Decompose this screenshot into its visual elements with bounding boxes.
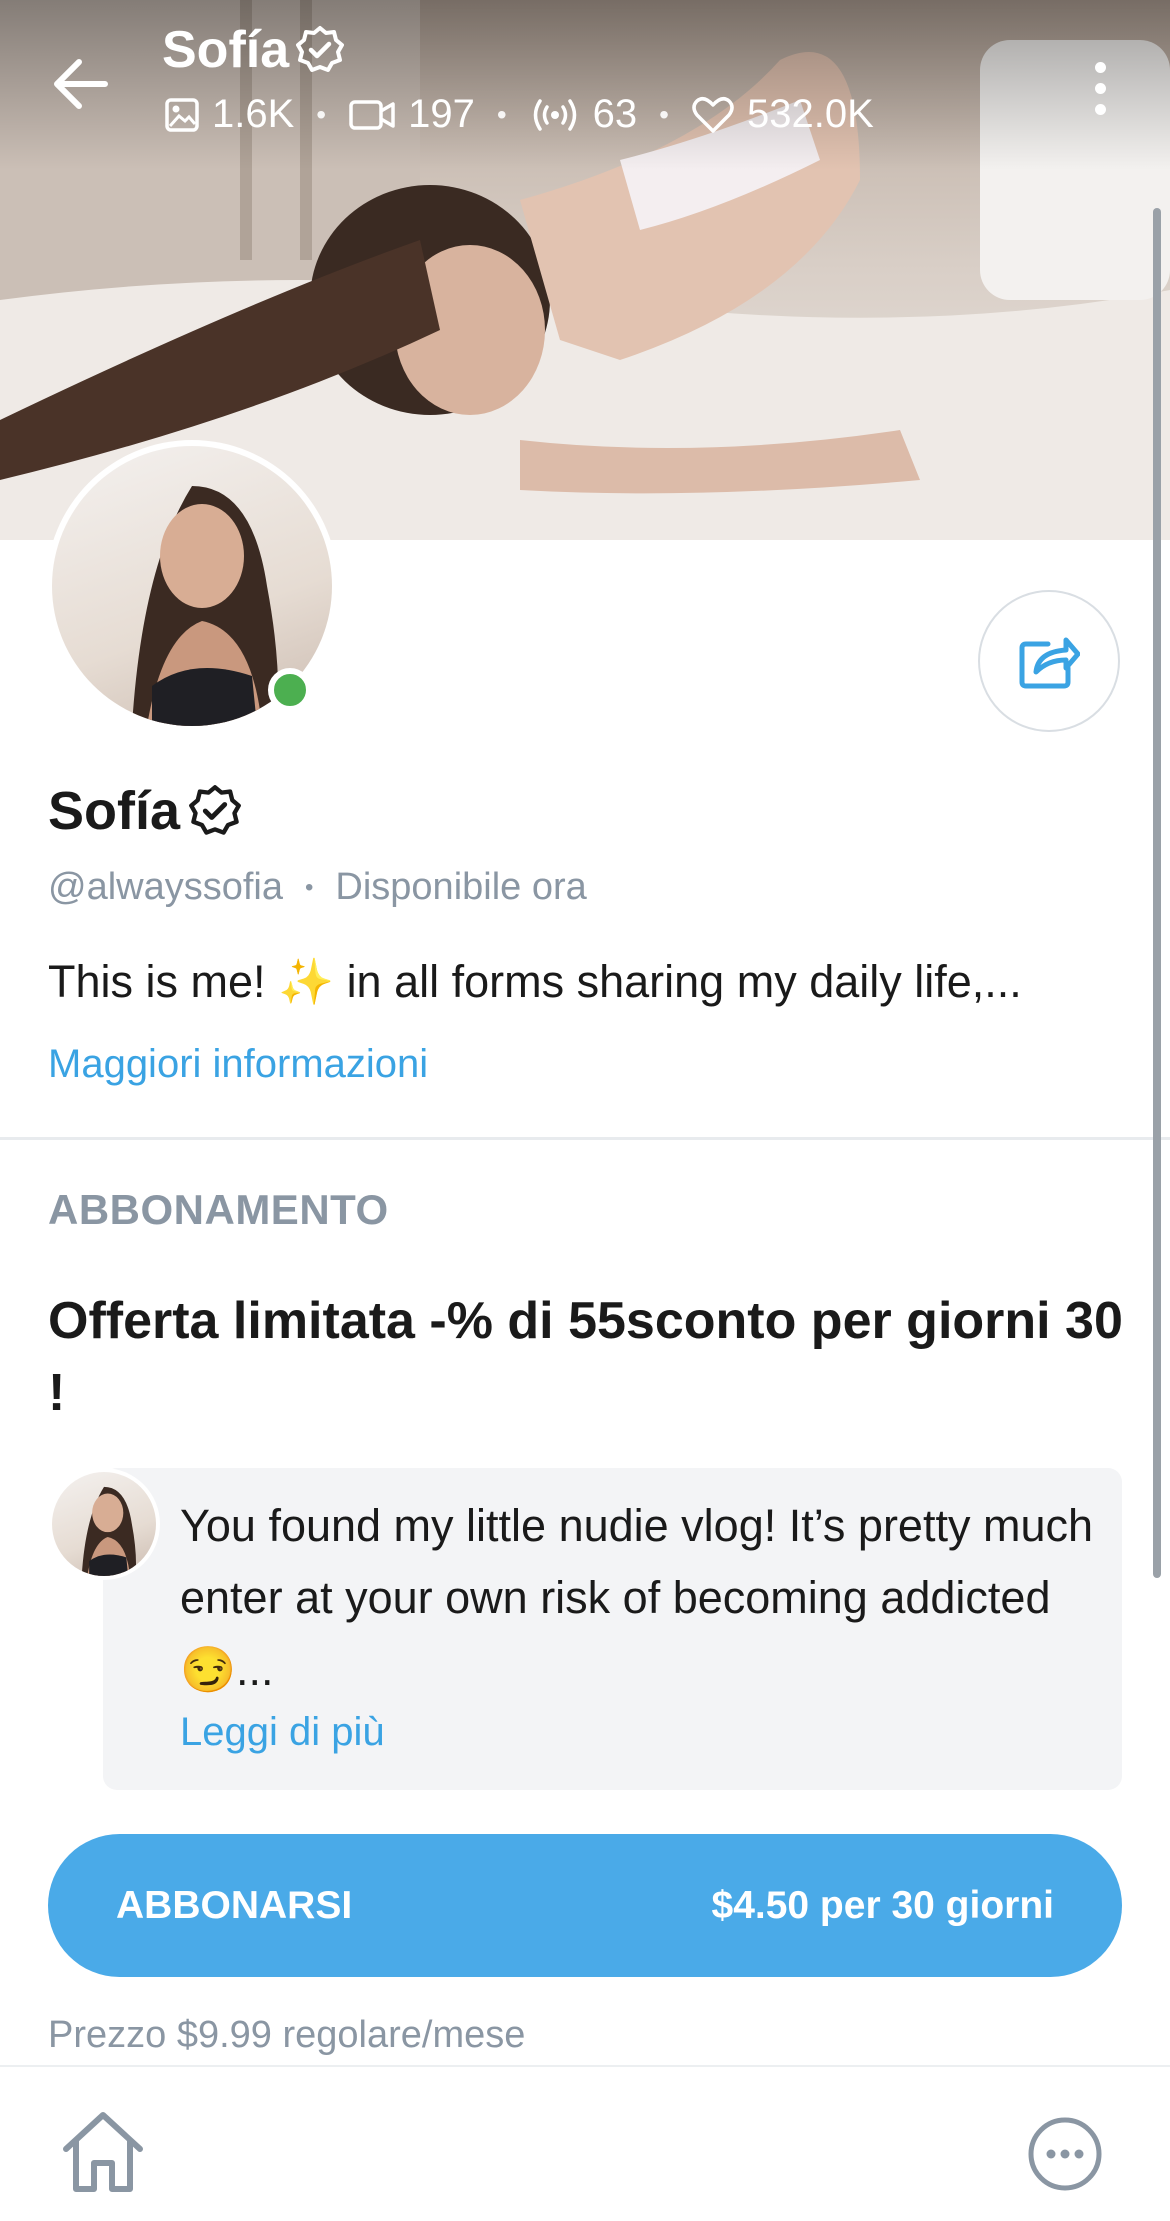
- availability-status: Disponibile ora: [335, 866, 587, 908]
- subscribe-button[interactable]: ABBONARSI $4.50 per 30 giorni: [48, 1834, 1122, 1977]
- handle-row: @alwayssofia • Disponibile ora: [48, 866, 587, 909]
- online-indicator: [268, 668, 312, 712]
- promo-message: You found my little nudie vlog! It’s pre…: [180, 1500, 1094, 1695]
- back-button[interactable]: [44, 48, 116, 120]
- stat-separator: •: [659, 98, 669, 130]
- profile-stats: 1.6K • 197 • 63 • 532.0K: [164, 92, 874, 137]
- chat-bubble-icon: [1028, 2117, 1102, 2191]
- more-info-link[interactable]: Maggiori informazioni: [48, 1042, 428, 1087]
- share-button[interactable]: [978, 590, 1120, 732]
- profile-name: Sofía: [48, 780, 242, 842]
- regular-price: Prezzo $9.99 regolare/mese: [48, 2014, 526, 2056]
- profile-bio: This is me! ✨ in all forms sharing my da…: [48, 956, 1022, 1007]
- stat-likes-count: 532.0K: [746, 92, 874, 136]
- promo-avatar: [48, 1468, 160, 1580]
- verified-badge-icon: [296, 26, 345, 72]
- home-icon: [63, 2112, 143, 2192]
- header-name: Sofía: [162, 21, 290, 79]
- bottom-nav: [0, 2065, 1170, 2221]
- promo-avatar-photo: [81, 1486, 137, 1576]
- section-divider: [0, 1137, 1170, 1140]
- subscribe-price: $4.50 per 30 giorni: [711, 1883, 1055, 1927]
- stat-videos-count: 197: [408, 92, 475, 136]
- more-options-button[interactable]: [1080, 52, 1120, 124]
- handle-separator: •: [305, 873, 314, 901]
- profile-name-text: Sofía: [48, 781, 181, 841]
- more-vertical-icon-dot: [1094, 82, 1106, 94]
- promo-avatar-image: [52, 1472, 156, 1576]
- stat-photos[interactable]: 1.6K: [164, 92, 294, 137]
- more-vertical-icon: [1094, 61, 1106, 73]
- stat-videos[interactable]: 197: [348, 92, 475, 137]
- stat-streams[interactable]: 63: [529, 92, 638, 137]
- chat-button[interactable]: [1026, 2115, 1104, 2193]
- subscribe-label: ABBONARSI: [116, 1883, 353, 1927]
- image-icon: [165, 97, 199, 132]
- subscription-section-label: ABBONAMENTO: [48, 1186, 389, 1233]
- stat-streams-count: 63: [592, 92, 638, 136]
- stat-photos-count: 1.6K: [212, 92, 295, 136]
- stat-separator: •: [316, 98, 327, 130]
- video-icon: [349, 99, 395, 130]
- home-button[interactable]: [56, 2105, 150, 2199]
- share-icon: [1019, 637, 1080, 689]
- verified-badge-icon: [189, 785, 241, 835]
- top-bar: Sofía 1.6K • 197 • 63 • 532.0K: [0, 0, 1170, 170]
- stat-separator: •: [496, 98, 507, 130]
- header-title: Sofía: [162, 20, 345, 80]
- profile-handle: @alwayssofia: [48, 866, 283, 908]
- more-vertical-icon-dot: [1094, 103, 1106, 115]
- arrow-left-icon: [54, 59, 108, 109]
- limited-offer-text: Offerta limitata -% di 55sconto per gior…: [48, 1292, 1123, 1422]
- read-more-link[interactable]: Leggi di più: [180, 1710, 385, 1755]
- broadcast-icon: [533, 98, 576, 131]
- scrollbar[interactable]: [1153, 208, 1161, 1578]
- stat-likes[interactable]: 532.0K: [691, 92, 874, 137]
- heart-icon: [692, 96, 734, 133]
